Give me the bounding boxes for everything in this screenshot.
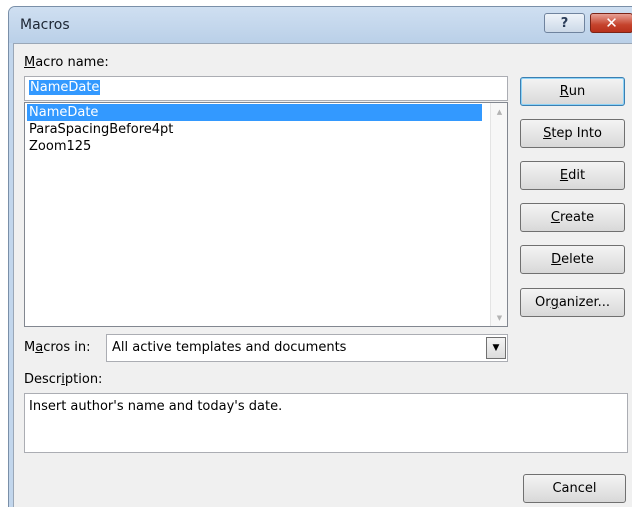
run-button[interactable]: Run — [520, 77, 625, 106]
delete-button[interactable]: Delete — [520, 245, 625, 274]
list-item[interactable]: Zoom125 — [27, 138, 482, 155]
macro-name-label: Macro name: — [24, 55, 109, 70]
macro-name-value: NameDate — [29, 80, 101, 95]
macros-in-label: Macros in: — [24, 340, 91, 355]
scroll-up-icon[interactable]: ▲ — [491, 103, 507, 120]
title-bar[interactable]: Macros ? ✕ — [9, 7, 632, 43]
step-into-button[interactable]: Step Into — [520, 119, 625, 148]
list-scrollbar[interactable]: ▲ ▼ — [490, 103, 507, 326]
list-item[interactable]: NameDate — [27, 104, 482, 121]
description-box: Insert author's name and today's date. — [24, 393, 628, 453]
cancel-button[interactable]: Cancel — [523, 474, 626, 503]
close-button[interactable]: ✕ — [590, 13, 632, 33]
description-label: Description: — [24, 372, 103, 387]
organizer-button[interactable]: Or g anizer... — [520, 288, 625, 317]
dialog-client-area: Macro name: NameDate NameDate ParaSpacin… — [13, 43, 632, 507]
edit-button[interactable]: Edit — [520, 161, 625, 190]
macros-in-value: All active templates and documents — [112, 340, 347, 355]
macro-name-input[interactable]: NameDate — [24, 76, 508, 101]
create-button[interactable]: Create — [520, 203, 625, 232]
help-button[interactable]: ? — [544, 13, 585, 33]
close-icon: ✕ — [605, 14, 618, 32]
dialog-title: Macros — [20, 17, 70, 33]
macros-in-select[interactable]: All active templates and documents ▼ — [106, 334, 508, 362]
help-icon: ? — [560, 15, 569, 31]
description-text: Insert author's name and today's date. — [29, 399, 283, 414]
macros-dialog: Macros ? ✕ Macro name: NameDate NameDate… — [8, 6, 632, 507]
dropdown-arrow-icon[interactable]: ▼ — [486, 337, 506, 359]
macro-list[interactable]: NameDate ParaSpacingBefore4pt Zoom125 ▲ … — [24, 102, 508, 327]
list-item[interactable]: ParaSpacingBefore4pt — [27, 121, 482, 138]
scroll-down-icon[interactable]: ▼ — [491, 309, 507, 326]
